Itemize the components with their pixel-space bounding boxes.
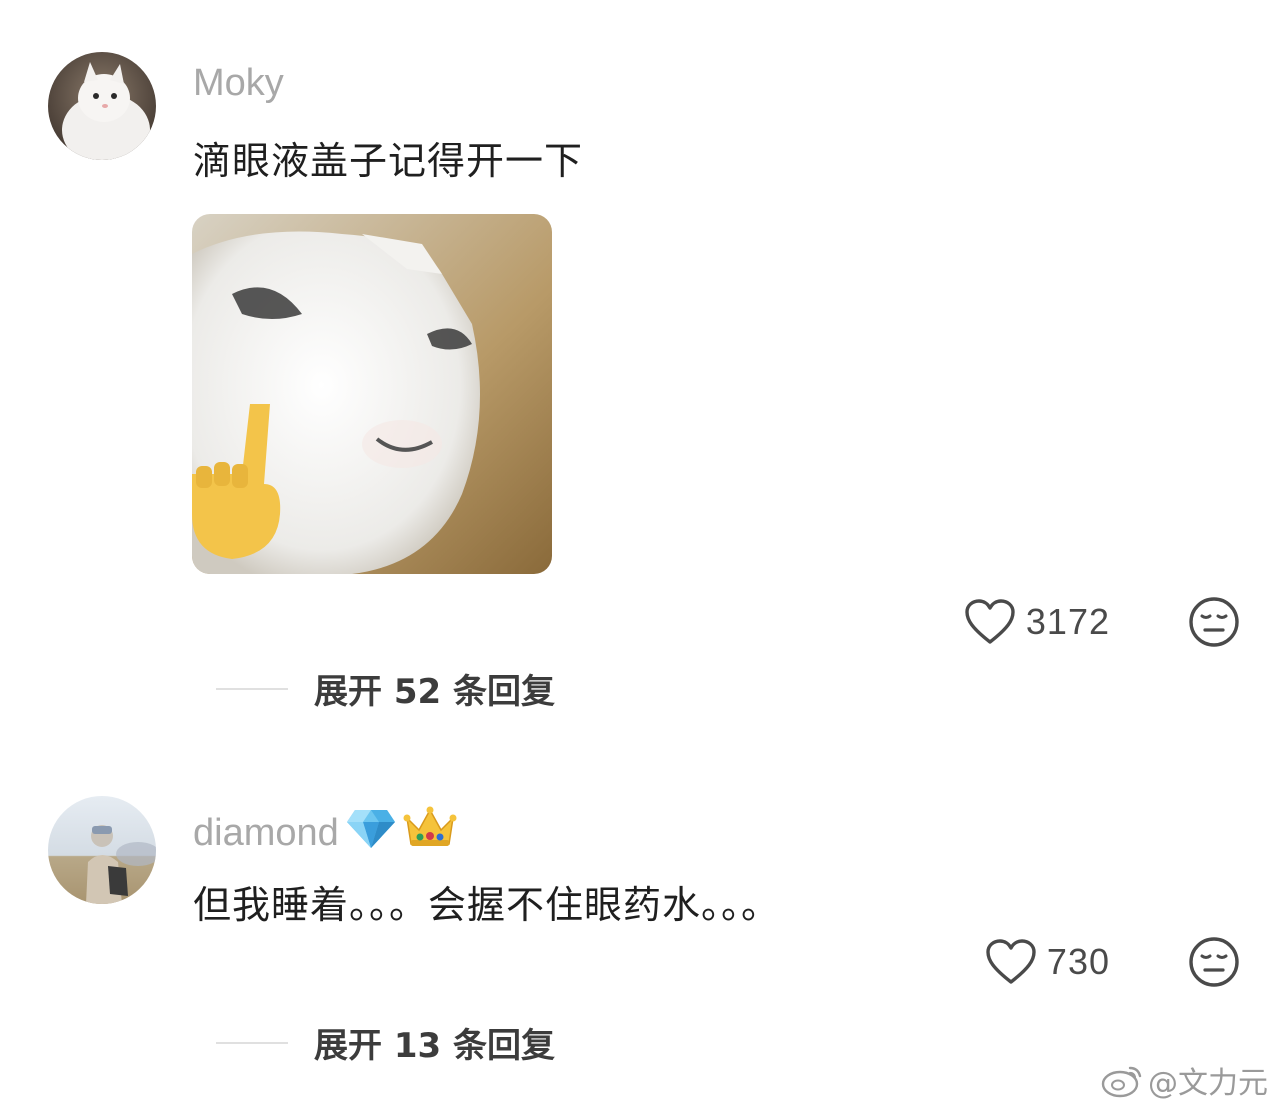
expand-replies-button[interactable]: 展开 13 条回复 (216, 1018, 555, 1067)
comment-actions: 3172 (964, 596, 1240, 648)
comment-image[interactable] (192, 214, 552, 574)
heart-icon[interactable] (985, 938, 1037, 986)
weibo-icon (1100, 1062, 1144, 1098)
meh-face-icon[interactable] (1188, 936, 1240, 988)
username-text[interactable]: Moky (193, 62, 284, 105)
meh-face-icon[interactable] (1188, 596, 1240, 648)
crown-emoji-icon (403, 806, 457, 860)
avatar[interactable] (48, 52, 156, 160)
comment-text: 滴眼液盖子记得开一下 (193, 139, 584, 183)
diamond-emoji-icon (345, 806, 397, 860)
comment-actions: 730 (985, 936, 1240, 988)
username[interactable]: Moky (193, 62, 284, 105)
expand-replies-label[interactable]: 展开 13 条回复 (314, 1018, 555, 1067)
comment-text: 但我睡着。。。会握不住眼药水。。。 (193, 883, 781, 927)
expand-replies-button[interactable]: 展开 52 条回复 (216, 664, 555, 713)
watermark: @文力元 (1100, 1058, 1268, 1102)
like-button[interactable]: 730 (985, 938, 1110, 986)
like-button[interactable]: 3172 (964, 598, 1110, 646)
avatar[interactable] (48, 796, 156, 904)
watermark-text: @文力元 (1148, 1066, 1268, 1101)
username[interactable]: diamond (193, 806, 457, 860)
like-count: 3172 (1025, 601, 1110, 642)
divider-line (216, 687, 288, 690)
dislike-button[interactable] (1188, 936, 1240, 988)
divider-line (216, 1041, 288, 1044)
heart-icon[interactable] (964, 598, 1016, 646)
dislike-button[interactable] (1188, 596, 1240, 648)
username-text[interactable]: diamond (193, 812, 339, 855)
expand-replies-label[interactable]: 展开 52 条回复 (314, 664, 555, 713)
like-count: 730 (1046, 941, 1110, 982)
